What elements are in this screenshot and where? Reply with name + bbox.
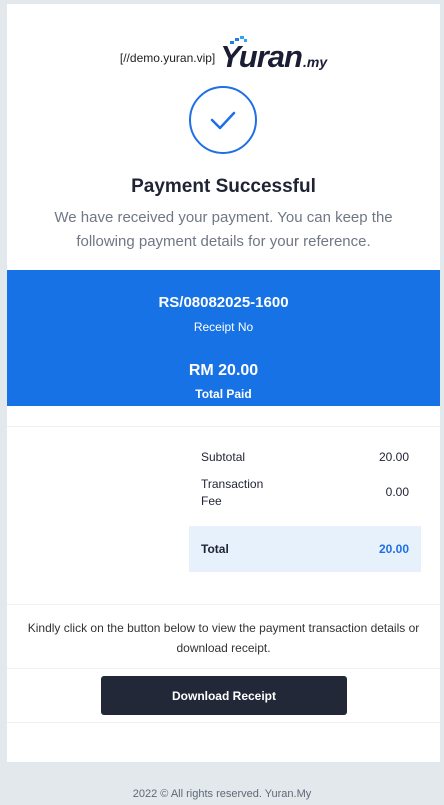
total-value: 20.00	[378, 542, 409, 556]
header: [//demo.yuran.vip] Yuran .my	[7, 36, 440, 74]
summary-row-total: Total 20.00	[189, 526, 421, 572]
total-paid-label: Total Paid	[195, 387, 252, 401]
fee-label: Transaction Fee	[201, 477, 264, 508]
download-receipt-button[interactable]: Download Receipt	[101, 676, 347, 715]
summary-row-subtotal: Subtotal 20.00	[189, 450, 421, 464]
logo-sub: .my	[302, 54, 328, 70]
total-label: Total	[201, 542, 229, 556]
pixel-mark-icon	[230, 36, 248, 44]
summary-row-fee: Transaction Fee 0.00	[189, 476, 421, 510]
subtotal-value: 20.00	[378, 450, 409, 464]
success-check	[189, 86, 257, 154]
page-title: Payment Successful	[131, 176, 316, 197]
receipt-band: RS/08082025-1600 Receipt No RM 20.00 Tot…	[7, 270, 440, 406]
header-domain: [//demo.yuran.vip]	[119, 51, 216, 65]
instruction-text: Kindly click on the button below to view…	[27, 621, 420, 655]
receipt-number: RS/08082025-1600	[158, 294, 289, 311]
footer-copyright: 2022 © All rights reserved. Yuran.My	[132, 788, 312, 800]
receipt-number-label: Receipt No	[193, 320, 254, 334]
fee-value: 0.00	[385, 485, 409, 499]
subtotal-label: Subtotal	[201, 450, 246, 464]
logo-main: Yuran	[220, 39, 303, 74]
divider	[7, 604, 440, 605]
divider	[7, 722, 440, 723]
page-subtitle: We have received your payment. You can k…	[54, 209, 393, 250]
divider	[7, 426, 440, 427]
receipt-card: [//demo.yuran.vip] Yuran .my Payment Suc…	[7, 4, 440, 762]
logo: Yuran .my	[220, 36, 328, 74]
divider	[7, 668, 440, 669]
check-icon	[210, 111, 236, 130]
total-paid-amount: RM 20.00	[188, 362, 259, 379]
